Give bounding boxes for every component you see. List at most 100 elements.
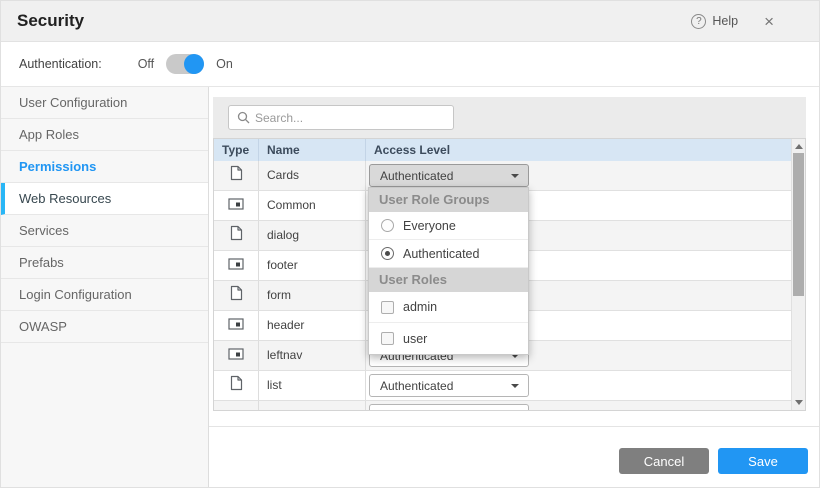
page-icon bbox=[230, 165, 243, 186]
type-cell bbox=[214, 281, 259, 310]
sidebar-item-permissions[interactable]: Permissions bbox=[1, 151, 208, 183]
name-cell: dialog bbox=[259, 221, 366, 250]
sidebar-item-app-roles[interactable]: App Roles bbox=[1, 119, 208, 151]
name-cell: header bbox=[259, 311, 366, 340]
authentication-bar: Authentication: Off On bbox=[1, 42, 819, 87]
sidebar-item-prefabs[interactable]: Prefabs bbox=[1, 247, 208, 279]
sidebar-item-user-configuration[interactable]: User Configuration bbox=[1, 87, 208, 119]
table-header-row: TypeNameAccess Level bbox=[214, 139, 805, 161]
radio-icon bbox=[381, 247, 394, 260]
access-level-dropdown[interactable]: Authenticated bbox=[369, 164, 529, 187]
dropdown-option-user[interactable]: user bbox=[369, 323, 528, 354]
type-cell bbox=[214, 191, 259, 220]
authentication-toggle[interactable] bbox=[166, 54, 204, 74]
scrollbar-thumb[interactable] bbox=[793, 153, 804, 296]
access-level-value: Authenticated bbox=[380, 169, 453, 183]
radio-icon bbox=[381, 219, 394, 232]
toggle-knob bbox=[184, 54, 204, 74]
help-label: Help bbox=[712, 14, 738, 28]
sidebar: User Configuration App Roles Permissions We… bbox=[1, 87, 209, 488]
name-cell bbox=[259, 401, 366, 411]
access-cell: Authenticated bbox=[366, 371, 805, 400]
chevron-down-icon bbox=[511, 384, 519, 388]
column-header-name: Name bbox=[259, 139, 366, 161]
access-cell: Authenticated bbox=[366, 161, 805, 190]
sidebar-item-label: Login Configuration bbox=[19, 287, 132, 302]
partial-icon bbox=[228, 197, 244, 215]
search-icon bbox=[237, 111, 250, 124]
type-cell bbox=[214, 161, 259, 190]
sidebar-item-web-resources[interactable]: Web Resources bbox=[1, 183, 208, 215]
option-label: user bbox=[403, 332, 427, 346]
type-cell bbox=[214, 251, 259, 280]
page-icon bbox=[230, 225, 243, 246]
type-cell bbox=[214, 221, 259, 250]
sidebar-item-label: Services bbox=[19, 223, 69, 238]
column-header-access-level: Access Level bbox=[366, 139, 805, 161]
search-input[interactable] bbox=[250, 111, 453, 125]
access-level-dropdown[interactable]: Authenticated bbox=[369, 374, 529, 397]
dropdown-option-authenticated[interactable]: Authenticated bbox=[369, 240, 528, 268]
checkbox-icon bbox=[381, 301, 394, 314]
scroll-up-icon[interactable] bbox=[795, 144, 803, 149]
access-level-value: Authenticated bbox=[380, 379, 453, 393]
type-cell bbox=[214, 311, 259, 340]
main-content: TypeNameAccess Level Cards Authenticated C… bbox=[209, 87, 819, 488]
page-icon bbox=[230, 285, 243, 306]
sidebar-item-label: Permissions bbox=[19, 159, 96, 174]
table-row: list Authenticated bbox=[214, 371, 805, 401]
column-header-type: Type bbox=[214, 139, 259, 161]
close-icon[interactable]: × bbox=[764, 13, 774, 30]
security-dialog: Security ? Help × Authentication: Off On… bbox=[0, 0, 820, 488]
sidebar-item-label: Web Resources bbox=[19, 191, 111, 206]
sidebar-item-label: OWASP bbox=[19, 319, 67, 334]
sidebar-item-owasp[interactable]: OWASP bbox=[1, 311, 208, 343]
sidebar-item-login-configuration[interactable]: Login Configuration bbox=[1, 279, 208, 311]
page-title: Security bbox=[17, 1, 84, 41]
name-cell: leftnav bbox=[259, 341, 366, 370]
name-cell: list bbox=[259, 371, 366, 400]
sidebar-item-services[interactable]: Services bbox=[1, 215, 208, 247]
search-box bbox=[228, 105, 454, 130]
name-cell: Common bbox=[259, 191, 366, 220]
access-level-dropdown[interactable] bbox=[369, 404, 529, 411]
titlebar-actions: ? Help × bbox=[691, 1, 774, 41]
type-cell bbox=[214, 341, 259, 370]
dropdown-option-everyone[interactable]: Everyone bbox=[369, 212, 528, 240]
toggle-off-label: Off bbox=[138, 57, 154, 71]
partial-icon bbox=[228, 317, 244, 335]
sidebar-item-label: User Configuration bbox=[19, 95, 127, 110]
footer-divider bbox=[209, 426, 819, 427]
dropdown-section-header-user-role-groups: User Role Groups bbox=[369, 188, 528, 212]
sidebar-item-label: App Roles bbox=[19, 127, 79, 142]
name-cell: footer bbox=[259, 251, 366, 280]
access-dropdown-panel: User Role Groups Everyone Authenticated Use… bbox=[368, 187, 529, 355]
partial-icon bbox=[228, 257, 244, 275]
cancel-button[interactable]: Cancel bbox=[619, 448, 709, 474]
name-cell: Cards bbox=[259, 161, 366, 190]
type-cell bbox=[214, 371, 259, 400]
table-toolbar bbox=[213, 97, 806, 138]
scroll-down-icon[interactable] bbox=[795, 400, 803, 405]
toggle-on-label: On bbox=[216, 57, 233, 71]
dropdown-option-admin[interactable]: admin bbox=[369, 292, 528, 323]
vertical-scrollbar[interactable] bbox=[791, 139, 805, 410]
partial-icon bbox=[228, 347, 244, 365]
dropdown-section-header-user-roles: User Roles bbox=[369, 268, 528, 292]
option-label: Everyone bbox=[403, 219, 456, 233]
table-row-clipped bbox=[214, 401, 805, 411]
name-cell: form bbox=[259, 281, 366, 310]
authentication-label: Authentication: bbox=[19, 57, 102, 71]
dialog-body: User Configuration App Roles Permissions We… bbox=[1, 87, 819, 488]
option-label: admin bbox=[403, 300, 437, 314]
title-bar: Security ? Help × bbox=[1, 1, 819, 42]
checkbox-icon bbox=[381, 332, 394, 345]
page-icon bbox=[230, 375, 243, 396]
help-button[interactable]: ? Help bbox=[691, 14, 738, 29]
sidebar-item-label: Prefabs bbox=[19, 255, 64, 270]
help-icon: ? bbox=[691, 14, 706, 29]
save-button[interactable]: Save bbox=[718, 448, 808, 474]
chevron-down-icon bbox=[511, 174, 519, 178]
option-label: Authenticated bbox=[403, 247, 479, 261]
type-cell bbox=[214, 401, 259, 411]
